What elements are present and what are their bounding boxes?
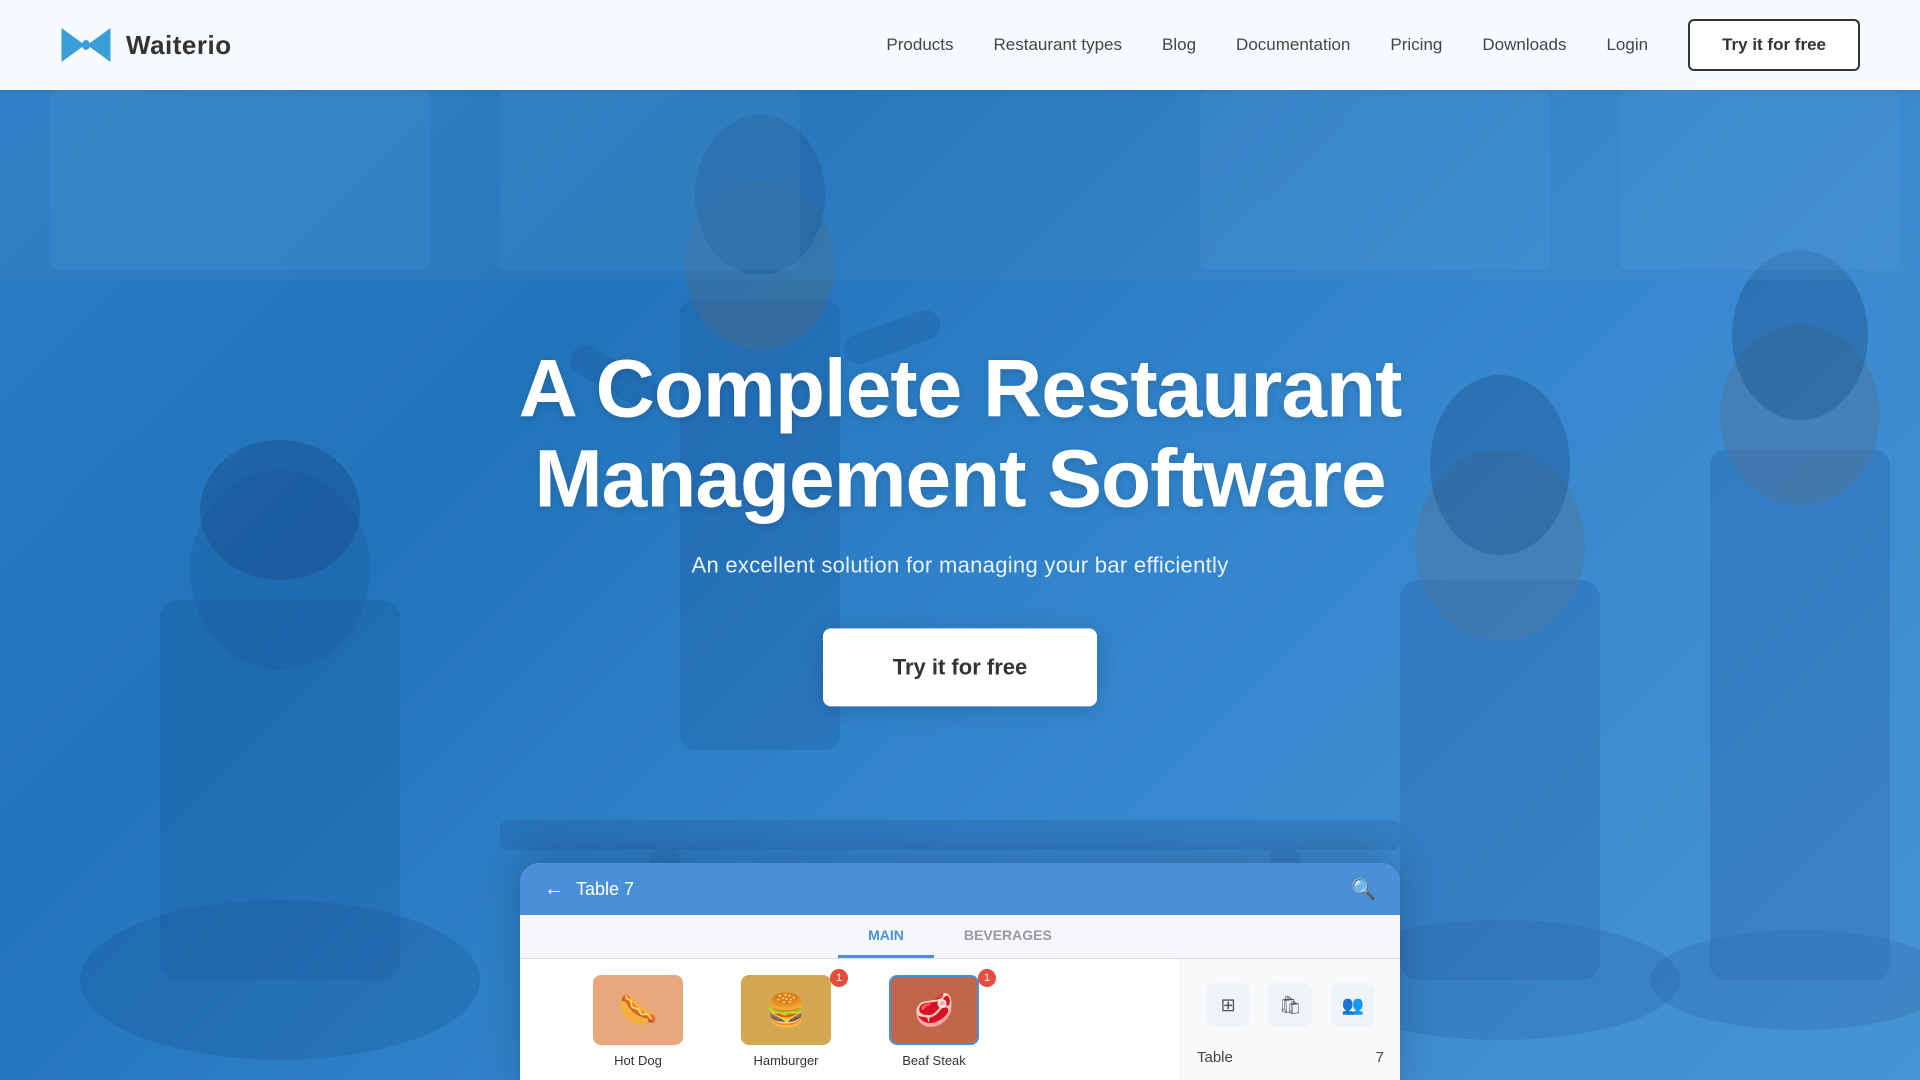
mockup-header-left: ← Table 7 bbox=[544, 878, 634, 901]
mockup-items-list: 🌭 Hot Dog 🍔 1 Hamburger 🥩 1 Beaf Steak bbox=[544, 959, 1156, 1080]
navbar: Waiterio Products Restaurant types Blog … bbox=[0, 0, 1920, 90]
nav-login[interactable]: Login bbox=[1606, 35, 1648, 55]
people-icon-btn[interactable]: 👥 bbox=[1331, 983, 1375, 1027]
bag-icon-btn[interactable]: 🛍 bbox=[1268, 983, 1312, 1027]
mockup-search-icon[interactable]: 🔍 bbox=[1351, 877, 1376, 902]
brand-logo[interactable]: Waiterio bbox=[60, 27, 232, 63]
hamburger-img: 🍔 bbox=[741, 975, 831, 1045]
back-arrow-icon[interactable]: ← bbox=[544, 878, 564, 901]
nav-downloads[interactable]: Downloads bbox=[1482, 35, 1566, 55]
mockup-order-sidebar: ⊞ 🛍 👥 Table 7 bbox=[1180, 959, 1400, 1080]
mockup-tabs: MAIN BEVERAGES bbox=[520, 915, 1400, 959]
menu-item-hotdog[interactable]: 🌭 Hot Dog bbox=[568, 975, 708, 1068]
menu-item-steak[interactable]: 🥩 1 Beaf Steak bbox=[864, 975, 1004, 1068]
grid-icon-btn[interactable]: ⊞ bbox=[1206, 983, 1250, 1027]
mockup-table-info-row: Table 7 bbox=[1197, 1045, 1384, 1070]
hero-title-line2: Management Software bbox=[534, 434, 1385, 525]
bowtie-icon bbox=[60, 27, 112, 63]
mockup-action-icons: ⊞ 🛍 👥 bbox=[1197, 975, 1384, 1035]
mockup-table-title: Table 7 bbox=[576, 879, 634, 900]
nav-documentation[interactable]: Documentation bbox=[1236, 35, 1350, 55]
mockup-header: ← Table 7 🔍 bbox=[520, 863, 1400, 915]
hero-content: A Complete Restaurant Management Softwar… bbox=[510, 344, 1410, 706]
steak-badge: 1 bbox=[978, 969, 996, 987]
nav-restaurant-types[interactable]: Restaurant types bbox=[994, 35, 1123, 55]
app-mockup: ← Table 7 🔍 MAIN BEVERAGES 🌭 Hot Dog 🍔 bbox=[520, 863, 1400, 1080]
nav-links: Products Restaurant types Blog Documenta… bbox=[886, 35, 1648, 55]
hero-subtitle: An excellent solution for managing your … bbox=[510, 553, 1410, 579]
hamburger-badge: 1 bbox=[830, 969, 848, 987]
mockup-body: 🌭 Hot Dog 🍔 1 Hamburger 🥩 1 Beaf Steak bbox=[520, 959, 1400, 1080]
hotdog-label: Hot Dog bbox=[614, 1053, 662, 1068]
table-value: 7 bbox=[1376, 1049, 1384, 1066]
steak-img: 🥩 bbox=[889, 975, 979, 1045]
hamburger-label: Hamburger bbox=[753, 1053, 818, 1068]
nav-products[interactable]: Products bbox=[886, 35, 953, 55]
nav-blog[interactable]: Blog bbox=[1162, 35, 1196, 55]
hotdog-img: 🌭 bbox=[593, 975, 683, 1045]
mockup-menu-items: 🌭 Hot Dog 🍔 1 Hamburger 🥩 1 Beaf Steak bbox=[520, 959, 1180, 1080]
hero-cta-button[interactable]: Try it for free bbox=[823, 629, 1097, 707]
tab-main[interactable]: MAIN bbox=[838, 915, 934, 958]
nav-cta-button[interactable]: Try it for free bbox=[1688, 19, 1860, 71]
tab-beverages[interactable]: BEVERAGES bbox=[934, 915, 1082, 958]
hero-title: A Complete Restaurant Management Softwar… bbox=[510, 344, 1410, 524]
nav-pricing[interactable]: Pricing bbox=[1390, 35, 1442, 55]
hero-title-line1: A Complete Restaurant bbox=[519, 343, 1402, 434]
brand-name: Waiterio bbox=[126, 30, 232, 61]
table-label: Table bbox=[1197, 1049, 1233, 1066]
steak-label: Beaf Steak bbox=[902, 1053, 966, 1068]
hero-section: A Complete Restaurant Management Softwar… bbox=[0, 0, 1920, 1080]
menu-item-hamburger[interactable]: 🍔 1 Hamburger bbox=[716, 975, 856, 1068]
